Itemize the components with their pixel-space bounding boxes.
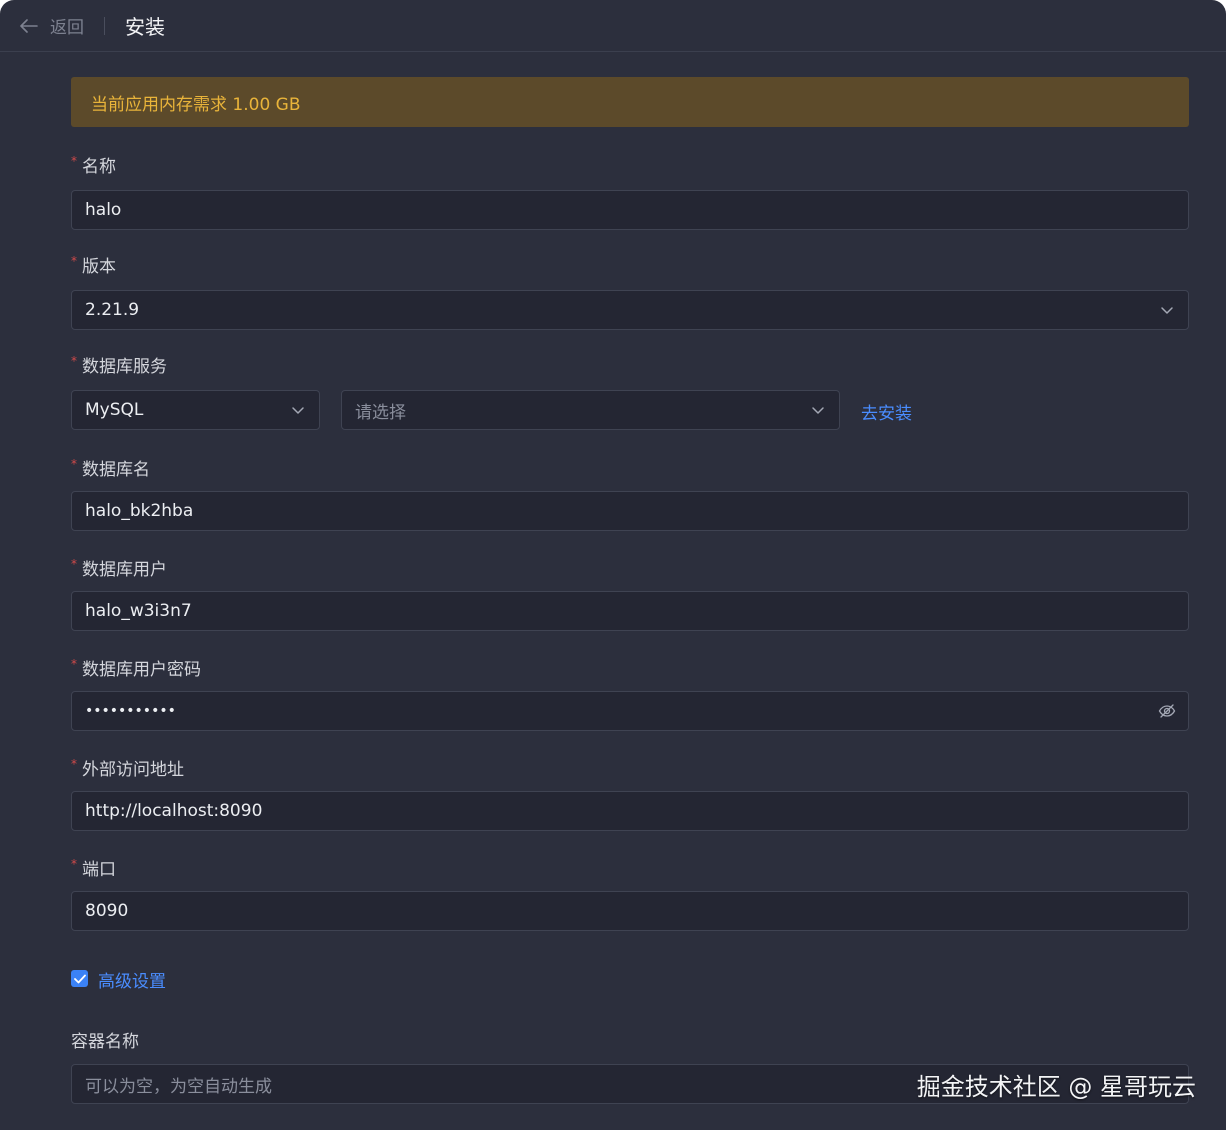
db-password-label-text: 数据库用户密码 <box>82 660 201 680</box>
back-label: 返回 <box>50 18 84 38</box>
required-mark: * <box>71 456 77 471</box>
version-label: * 版本 <box>71 252 116 278</box>
db-user-value: halo_w3i3n7 <box>85 601 192 621</box>
page-title: 安装 <box>125 15 165 39</box>
advanced-settings-label[interactable]: 高级设置 <box>98 967 166 992</box>
port-label-text: 端口 <box>82 860 116 880</box>
eye-off-icon[interactable] <box>1158 702 1176 720</box>
chevron-down-icon <box>1161 307 1173 314</box>
header: 返回 安装 <box>0 0 1226 52</box>
required-mark: * <box>71 856 77 871</box>
external-url-input[interactable]: http://localhost:8090 <box>71 791 1189 831</box>
arrow-left-icon <box>20 18 38 33</box>
back-button[interactable]: 返回 <box>20 13 84 38</box>
chevron-down-icon <box>292 407 304 414</box>
version-select[interactable]: 2.21.9 <box>71 290 1189 330</box>
db-type-select[interactable]: MySQL <box>71 390 320 430</box>
db-instance-placeholder: 请选择 <box>355 402 406 423</box>
watermark: 掘金技术社区 @ 星哥玩云 <box>916 1073 1196 1101</box>
install-db-link[interactable]: 去安装 <box>861 399 912 424</box>
db-user-input[interactable]: halo_w3i3n7 <box>71 591 1189 631</box>
advanced-checkbox[interactable] <box>71 970 88 987</box>
required-mark: * <box>71 656 77 671</box>
required-mark: * <box>71 756 77 771</box>
port-value: 8090 <box>85 901 129 921</box>
db-password-value: ••••••••••• <box>85 703 176 719</box>
external-url-label-text: 外部访问地址 <box>82 760 184 780</box>
checkmark-icon <box>73 974 86 983</box>
db-type-value: MySQL <box>85 400 144 420</box>
name-label: * 名称 <box>71 152 116 178</box>
container-name-placeholder: 可以为空，为空自动生成 <box>85 1076 272 1097</box>
version-label-text: 版本 <box>82 257 116 277</box>
db-name-value: halo_bk2hba <box>85 501 194 521</box>
container-name-label: 容器名称 <box>71 1027 139 1052</box>
name-label-text: 名称 <box>82 157 116 177</box>
db-user-label: * 数据库用户 <box>71 555 167 581</box>
header-divider <box>104 16 105 35</box>
port-input[interactable]: 8090 <box>71 891 1189 931</box>
required-mark: * <box>71 253 77 268</box>
name-value: halo <box>85 200 122 220</box>
db-user-label-text: 数据库用户 <box>82 560 167 580</box>
db-name-label-text: 数据库名 <box>82 460 150 480</box>
db-password-input[interactable]: ••••••••••• <box>71 691 1189 731</box>
container-name-label-text: 容器名称 <box>71 1032 139 1052</box>
db-service-label-text: 数据库服务 <box>82 357 167 377</box>
version-value: 2.21.9 <box>85 300 140 320</box>
required-mark: * <box>71 153 77 168</box>
install-panel: 返回 安装 当前应用内存需求 1.00 GB * 名称 halo * 版本 2.… <box>0 0 1226 1130</box>
required-mark: * <box>71 556 77 571</box>
memory-alert-text: 当前应用内存需求 1.00 GB <box>91 94 301 115</box>
memory-alert: 当前应用内存需求 1.00 GB <box>71 77 1189 127</box>
external-url-value: http://localhost:8090 <box>85 801 263 821</box>
external-url-label: * 外部访问地址 <box>71 755 184 781</box>
db-instance-select[interactable]: 请选择 <box>341 390 840 430</box>
db-service-label: * 数据库服务 <box>71 352 167 378</box>
db-password-label: * 数据库用户密码 <box>71 655 201 681</box>
chevron-down-icon <box>812 407 824 414</box>
db-name-input[interactable]: halo_bk2hba <box>71 491 1189 531</box>
db-name-label: * 数据库名 <box>71 455 150 481</box>
name-input[interactable]: halo <box>71 190 1189 230</box>
port-label: * 端口 <box>71 855 116 881</box>
required-mark: * <box>71 353 77 368</box>
